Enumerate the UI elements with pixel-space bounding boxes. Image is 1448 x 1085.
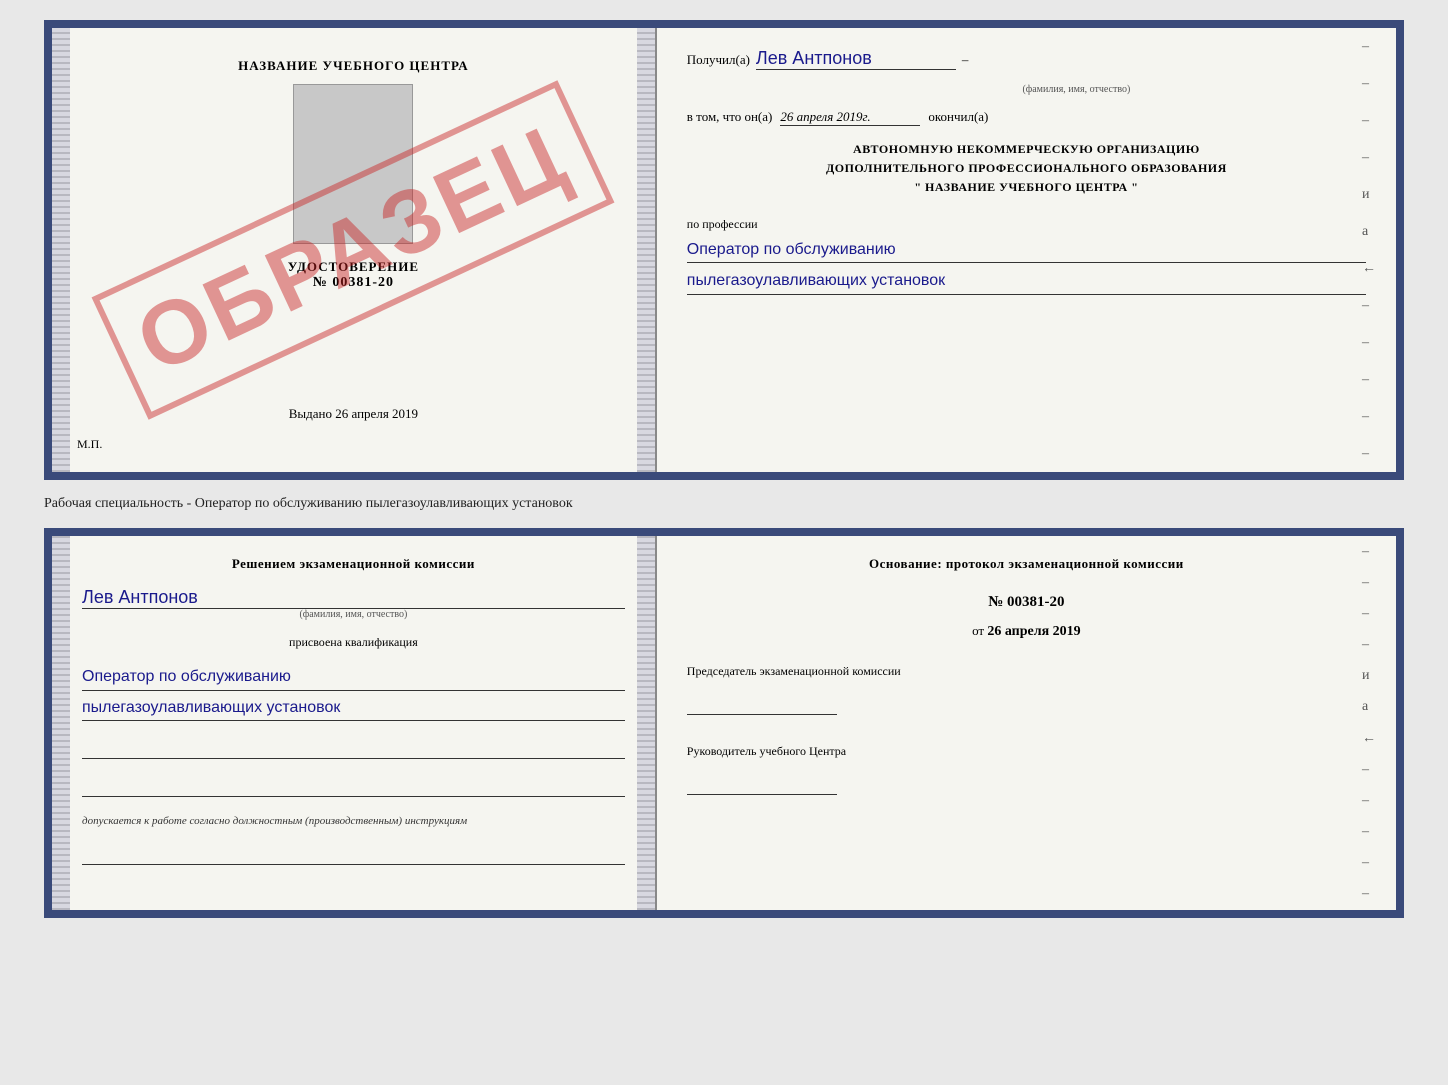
texture-right-bot <box>637 536 655 910</box>
chairman-sig-line <box>687 685 837 715</box>
cert-doc-number: № 00381-20 <box>313 275 394 291</box>
qualification-block: Оператор по обслуживанию пылегазоулавлив… <box>82 660 625 721</box>
protocol-date: от 26 апреля 2019 <box>687 623 1366 640</box>
date-prefix: в том, что он(а) <box>687 109 773 125</box>
mp-label: М.П. <box>77 437 102 452</box>
received-line: Получил(а) Лев Антпонов – <box>687 48 1366 70</box>
issued-date: 26 апреля 2019 <box>335 406 418 421</box>
issued-label: Выдано <box>289 406 332 421</box>
director-section: Руководитель учебного Центра <box>687 742 1366 800</box>
right-side-dashes-bot: – – – – и а ← – – – – – <box>1362 536 1376 910</box>
cert-school-name-top: НАЗВАНИЕ УЧЕБНОГО ЦЕНТРА <box>238 58 469 74</box>
texture-left-bot <box>52 536 70 910</box>
org-line3: " НАЗВАНИЕ УЧЕБНОГО ЦЕНТРА " <box>687 178 1366 197</box>
blank-line2 <box>82 777 625 797</box>
qual-line2: пылегазоулавливающих установок <box>82 695 625 722</box>
right-side-dashes-top: – – – – и а ← – – – – – <box>1362 28 1376 472</box>
org-line1: АВТОНОМНУЮ НЕКОММЕРЧЕСКУЮ ОРГАНИЗАЦИЮ <box>687 140 1366 159</box>
qual-line1: Оператор по обслуживанию <box>82 664 625 691</box>
dash1: – <box>962 52 969 68</box>
date-suffix: окончил(а) <box>928 109 988 125</box>
qualification-label: присвоена квалификация <box>82 635 625 650</box>
cert-photo <box>293 84 413 244</box>
decision-label: Решением экзаменационной комиссии <box>82 556 625 572</box>
profession-line2: пылегазоулавливающих установок <box>687 268 1366 295</box>
date-value: 26 апреля 2019г. <box>780 109 920 126</box>
org-line2: ДОПОЛНИТЕЛЬНОГО ПРОФЕССИОНАЛЬНОГО ОБРАЗО… <box>687 159 1366 178</box>
profession-label: по профессии <box>687 217 1366 232</box>
allowed-work-text: допускается к работе согласно должностны… <box>82 815 625 827</box>
cert-bottom-left: Решением экзаменационной комиссии Лев Ан… <box>52 536 657 910</box>
director-sig-line <box>687 765 837 795</box>
date-from-label: от <box>972 623 984 638</box>
cert-bottom-right: Основание: протокол экзаменационной коми… <box>657 536 1396 910</box>
between-label: Рабочая специальность - Оператор по обсл… <box>44 492 1404 516</box>
profession-section: по профессии Оператор по обслуживанию пы… <box>687 212 1366 295</box>
bottom-certificate: Решением экзаменационной комиссии Лев Ан… <box>44 528 1404 918</box>
director-label: Руководитель учебного Центра <box>687 742 1366 760</box>
chairman-section: Председатель экзаменационной комиссии <box>687 662 1366 720</box>
received-label: Получил(а) <box>687 52 750 68</box>
protocol-date-value: 26 апреля 2019 <box>987 624 1080 639</box>
chairman-label: Председатель экзаменационной комиссии <box>687 662 1366 680</box>
fio-label-bot: (фамилия, имя, отчество) <box>82 609 625 620</box>
profession-line1: Оператор по обслуживанию <box>687 237 1366 264</box>
blank-line1 <box>82 739 625 759</box>
decision-person-name: Лев Антпонов <box>82 587 625 609</box>
top-certificate: НАЗВАНИЕ УЧЕБНОГО ЦЕНТРА УДОСТОВЕРЕНИЕ №… <box>44 20 1404 480</box>
cert-top-left: НАЗВАНИЕ УЧЕБНОГО ЦЕНТРА УДОСТОВЕРЕНИЕ №… <box>52 28 657 472</box>
protocol-number: № 00381-20 <box>687 594 1366 611</box>
document-container: НАЗВАНИЕ УЧЕБНОГО ЦЕНТРА УДОСТОВЕРЕНИЕ №… <box>44 20 1404 918</box>
cert-doc-title: УДОСТОВЕРЕНИЕ <box>288 259 419 275</box>
texture-right <box>637 28 655 472</box>
blank-line3 <box>82 845 625 865</box>
basis-label: Основание: протокол экзаменационной коми… <box>687 556 1366 572</box>
fio-label-top: (фамилия, имя, отчество) <box>787 84 1366 95</box>
cert-top-right: Получил(а) Лев Антпонов – (фамилия, имя,… <box>657 28 1396 472</box>
org-block: АВТОНОМНУЮ НЕКОММЕРЧЕСКУЮ ОРГАНИЗАЦИЮ ДО… <box>687 140 1366 198</box>
decision-name-block: Лев Антпонов (фамилия, имя, отчество) <box>82 582 625 620</box>
date-line: в том, что он(а) 26 апреля 2019г. окончи… <box>687 109 1366 126</box>
cert-issued-line: Выдано 26 апреля 2019 <box>289 406 418 422</box>
received-name: Лев Антпонов <box>756 48 956 70</box>
texture-left <box>52 28 70 472</box>
